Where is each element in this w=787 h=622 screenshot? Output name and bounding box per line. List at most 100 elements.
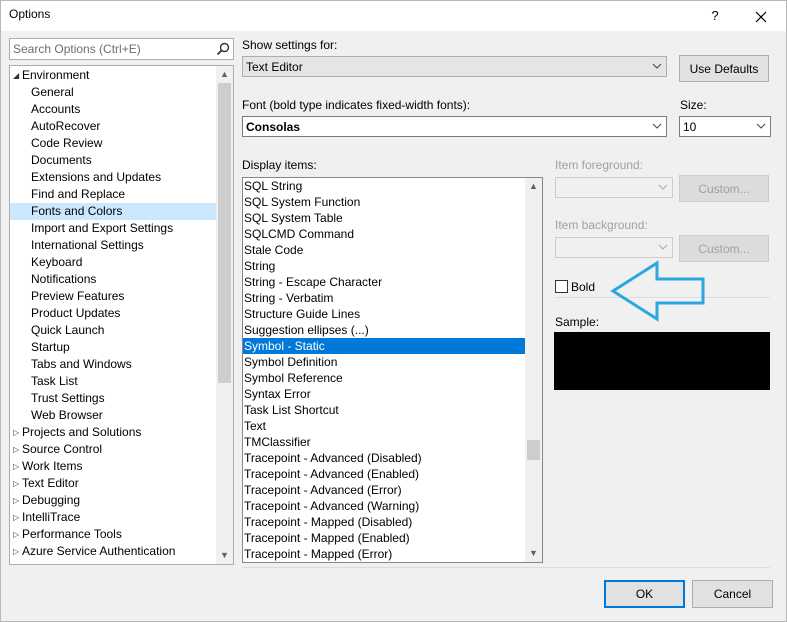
collapsed-triangle-icon[interactable]: ▷ [13, 526, 22, 543]
tree-item-trust-settings[interactable]: Trust Settings [10, 390, 217, 407]
tree-scrollbar[interactable]: ▲ ▼ [216, 66, 233, 564]
tree-item-international-settings[interactable]: International Settings [10, 237, 217, 254]
display-item-row[interactable]: SQL String [243, 178, 527, 194]
tree-item-web-browser[interactable]: Web Browser [10, 407, 217, 424]
tree-item-source-control[interactable]: ▷ Source Control [10, 441, 217, 458]
font-value: Consolas [246, 120, 301, 134]
display-item-row[interactable]: Task List Shortcut [243, 402, 527, 418]
tree-item-code-review[interactable]: Code Review [10, 135, 217, 152]
tree-item-debugging[interactable]: ▷ Debugging [10, 492, 217, 509]
collapsed-triangle-icon[interactable]: ▷ [13, 509, 22, 526]
display-item-row[interactable]: Symbol Definition [243, 354, 527, 370]
display-item-row[interactable]: Tracepoint - Mapped (Disabled) [243, 514, 527, 530]
collapsed-triangle-icon[interactable]: ▷ [13, 441, 22, 458]
display-item-row[interactable]: String - Escape Character [243, 274, 527, 290]
tree-item-extensions-and-updates[interactable]: Extensions and Updates [10, 169, 217, 186]
display-item-row[interactable]: Tracepoint - Advanced (Enabled) [243, 466, 527, 482]
display-item-row[interactable]: Text [243, 418, 527, 434]
search-options-box[interactable] [9, 38, 234, 60]
tree-item-general[interactable]: General [10, 84, 217, 101]
collapsed-triangle-icon[interactable]: ▷ [13, 492, 22, 509]
tree-item-intellitrace[interactable]: ▷ IntelliTrace [10, 509, 217, 526]
size-label: Size: [680, 98, 707, 112]
display-item-row[interactable]: Symbol - Static [243, 338, 527, 354]
tree-item-azure-service-authentication[interactable]: ▷ Azure Service Authentication [10, 543, 217, 560]
tree-item-tabs-and-windows[interactable]: Tabs and Windows [10, 356, 217, 373]
display-item-row[interactable]: Symbol Reference [243, 370, 527, 386]
close-button[interactable] [741, 1, 781, 31]
background-custom-button[interactable]: Custom... [679, 235, 769, 262]
display-item-row[interactable]: SQL System Function [243, 194, 527, 210]
display-item-row[interactable]: String [243, 258, 527, 274]
tree-scroll-down-icon[interactable]: ▼ [216, 547, 233, 564]
collapsed-triangle-icon[interactable]: ▷ [13, 424, 22, 441]
display-item-row[interactable]: Syntax Error [243, 386, 527, 402]
display-item-row[interactable]: Tracepoint - Advanced (Error) [243, 482, 527, 498]
tree-item-label: Import and Export Settings [31, 221, 174, 235]
display-items-list[interactable]: SQL String SQL System Function SQL System … [242, 177, 543, 563]
tree-item-notifications[interactable]: Notifications [10, 271, 217, 288]
tree-item-autorecover[interactable]: AutoRecover [10, 118, 217, 135]
display-item-row[interactable]: Suggestion ellipses (...) [243, 322, 527, 338]
show-settings-label: Show settings for: [242, 38, 338, 52]
show-settings-dropdown[interactable]: Text Editor [242, 56, 667, 77]
tree-item-label: Tabs and Windows [31, 357, 132, 371]
help-button[interactable]: ? [701, 1, 729, 31]
collapsed-triangle-icon[interactable]: ▷ [13, 543, 22, 560]
item-background-dropdown[interactable] [555, 237, 673, 258]
search-icon[interactable] [216, 42, 230, 56]
tree-item-label: Extensions and Updates [31, 170, 162, 184]
window-title: Options [9, 7, 51, 21]
tree-item-performance-tools[interactable]: ▷ Performance Tools [10, 526, 217, 543]
collapsed-triangle-icon[interactable]: ▷ [13, 458, 22, 475]
tree-item-find-and-replace[interactable]: Find and Replace [10, 186, 217, 203]
search-input[interactable] [13, 41, 208, 57]
size-dropdown[interactable]: 10 [679, 116, 771, 137]
bold-checkbox[interactable] [555, 280, 568, 293]
tree-scroll-up-icon[interactable]: ▲ [216, 66, 233, 83]
tree-item-product-updates[interactable]: Product Updates [10, 305, 217, 322]
tree-item-startup[interactable]: Startup [10, 339, 217, 356]
tree-item-preview-features[interactable]: Preview Features [10, 288, 217, 305]
tree-item-label: Source Control [22, 442, 103, 456]
tree-item-projects-and-solutions[interactable]: ▷ Projects and Solutions [10, 424, 217, 441]
tree-item-work-items[interactable]: ▷ Work Items [10, 458, 217, 475]
display-item-row[interactable]: Tracepoint - Advanced (Warning) [243, 498, 527, 514]
tree-item-label: Documents [31, 153, 92, 167]
tree-item-environment[interactable]: ◢ Environment [10, 67, 217, 84]
cancel-button[interactable]: Cancel [692, 580, 773, 608]
display-item-row[interactable]: Tracepoint - Advanced (Disabled) [243, 450, 527, 466]
list-scroll-thumb[interactable] [527, 440, 540, 460]
display-item-row[interactable]: Tracepoint - Mapped (Enabled) [243, 530, 527, 546]
display-item-row[interactable]: Structure Guide Lines [243, 306, 527, 322]
chevron-down-icon [652, 63, 662, 69]
list-scroll-up-icon[interactable]: ▲ [525, 178, 542, 195]
list-scroll-down-icon[interactable]: ▼ [525, 545, 542, 562]
bold-label[interactable]: Bold [571, 280, 595, 294]
tree-item-quick-launch[interactable]: Quick Launch [10, 322, 217, 339]
tree-item-documents[interactable]: Documents [10, 152, 217, 169]
tree-item-text-editor[interactable]: ▷ Text Editor [10, 475, 217, 492]
tree-scroll-thumb[interactable] [218, 83, 231, 383]
display-item-row[interactable]: Tracepoint - Mapped (Error) [243, 546, 527, 562]
expanded-triangle-icon[interactable]: ◢ [13, 67, 22, 84]
use-defaults-button[interactable]: Use Defaults [679, 55, 769, 82]
display-item-row[interactable]: TMClassifier [243, 434, 527, 450]
tree-item-accounts[interactable]: Accounts [10, 101, 217, 118]
display-item-row[interactable]: String - Verbatim [243, 290, 527, 306]
display-item-row[interactable]: SQLCMD Command [243, 226, 527, 242]
item-foreground-dropdown[interactable] [555, 177, 673, 198]
tree-item-task-list[interactable]: Task List [10, 373, 217, 390]
display-item-row[interactable]: Stale Code [243, 242, 527, 258]
tree-item-keyboard[interactable]: Keyboard [10, 254, 217, 271]
font-dropdown[interactable]: Consolas [242, 116, 667, 137]
display-item-row[interactable]: SQL System Table [243, 210, 527, 226]
tree-item-label: Azure Service Authentication [22, 544, 176, 558]
ok-button[interactable]: OK [604, 580, 685, 608]
collapsed-triangle-icon[interactable]: ▷ [13, 475, 22, 492]
tree-item-import-and-export-settings[interactable]: Import and Export Settings [10, 220, 217, 237]
display-items-scrollbar[interactable]: ▲ ▼ [525, 178, 542, 562]
foreground-custom-button[interactable]: Custom... [679, 175, 769, 202]
options-tree[interactable]: ◢ Environment General Accounts AutoRecover Co… [9, 65, 234, 565]
tree-item-fonts-and-colors[interactable]: Fonts and Colors [10, 203, 217, 220]
